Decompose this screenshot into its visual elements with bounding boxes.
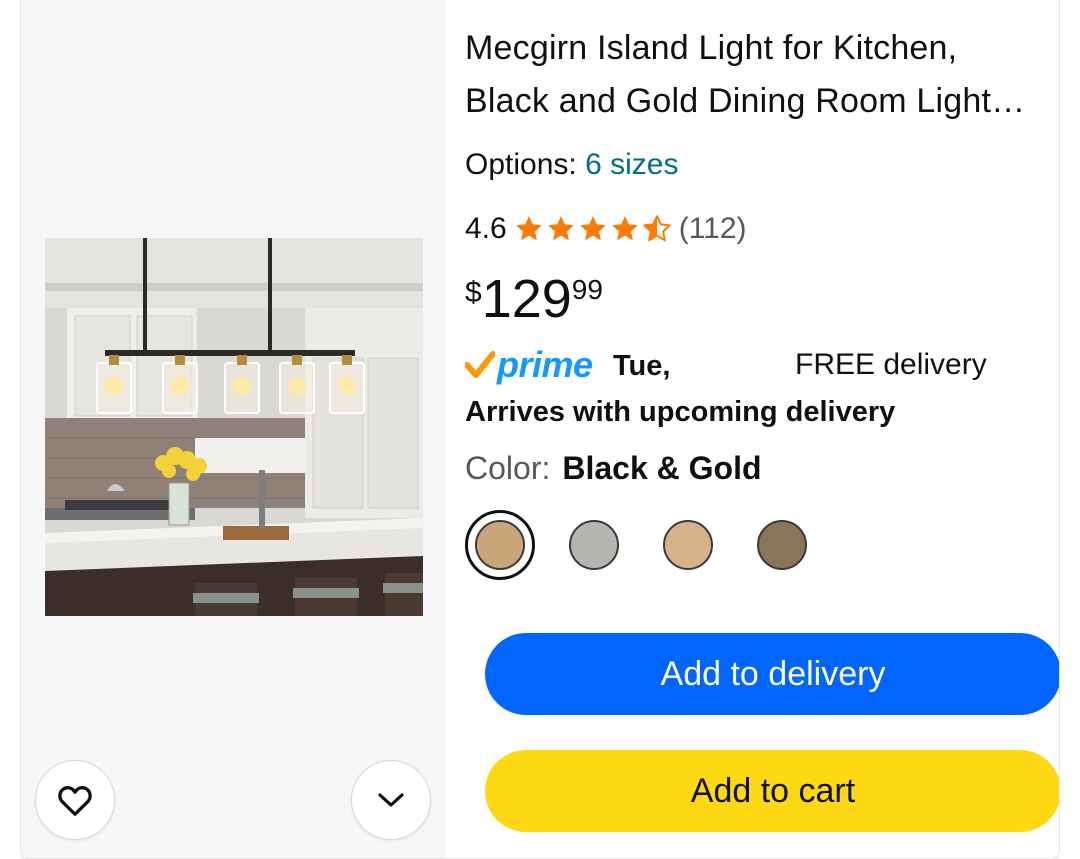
rating-stars <box>513 214 673 244</box>
color-value: Black & Gold <box>562 450 762 486</box>
color-swatch-dot <box>569 520 619 570</box>
color-swatch[interactable] <box>465 510 535 580</box>
color-swatch[interactable] <box>747 510 817 580</box>
prime-check-icon <box>465 351 495 378</box>
delivery-row: prime Tue, FREE delivery <box>465 340 1045 388</box>
half-star-icon <box>642 215 671 242</box>
rating-count[interactable]: (112) <box>679 212 747 246</box>
star-icon <box>515 216 542 241</box>
heart-icon <box>58 786 92 816</box>
star-icon <box>611 216 638 241</box>
star-icon <box>547 216 574 241</box>
color-label: Color: <box>465 450 551 486</box>
more-options-button[interactable] <box>351 760 431 840</box>
add-to-delivery-button[interactable]: Add to delivery <box>485 633 1059 715</box>
price-fraction: 99 <box>571 274 603 305</box>
color-swatches <box>465 510 841 580</box>
rating-row[interactable]: 4.6 (112) <box>465 212 747 246</box>
color-swatch[interactable] <box>653 510 723 580</box>
options-label: Options: <box>465 148 577 181</box>
rating-value: 4.6 <box>465 212 507 245</box>
free-delivery-text: FREE delivery <box>795 348 987 381</box>
color-row: Color: Black & Gold <box>465 450 762 487</box>
arrives-text: Arrives with upcoming delivery <box>465 396 896 428</box>
star-icon <box>579 216 606 241</box>
color-swatch-dot <box>757 520 807 570</box>
add-to-cart-button[interactable]: Add to cart <box>485 750 1059 832</box>
chevron-down-icon <box>378 793 404 807</box>
product-title[interactable]: Mecgirn Island Light for Kitchen, Black … <box>465 22 1045 128</box>
prime-label: prime <box>497 344 593 385</box>
product-image[interactable] <box>45 238 423 616</box>
color-swatch[interactable] <box>559 510 629 580</box>
prime-badge: prime <box>465 344 593 386</box>
product-card[interactable]: Mecgirn Island Light for Kitchen, Black … <box>20 0 1060 859</box>
price: $ 129 99 <box>465 268 603 330</box>
price-whole: 129 <box>481 269 572 329</box>
color-swatch-dot <box>663 520 713 570</box>
color-swatch-dot <box>475 520 525 570</box>
wishlist-button[interactable] <box>35 760 115 840</box>
options-link[interactable]: 6 sizes <box>585 148 678 181</box>
delivery-day: Tue, <box>613 350 671 382</box>
options-row: Options: 6 sizes <box>465 148 678 182</box>
price-symbol: $ <box>465 276 482 309</box>
image-pane <box>21 0 445 858</box>
